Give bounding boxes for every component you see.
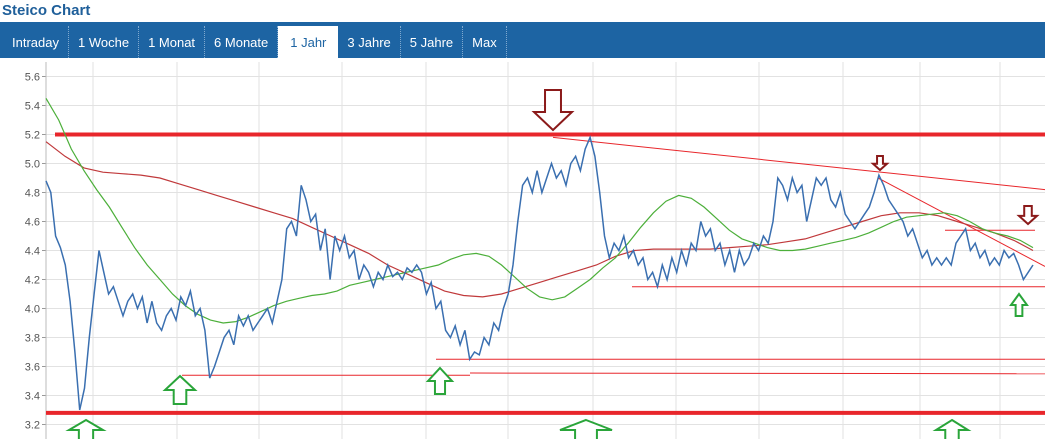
down-arrow-marker — [531, 89, 575, 132]
page-title: Steico Chart — [2, 2, 91, 19]
tab-1-monat[interactable]: 1 Monat — [139, 26, 206, 58]
up-arrow-marker — [162, 374, 198, 405]
down-arrow-marker — [870, 155, 890, 172]
y-tick-label: 3.4 — [25, 391, 40, 403]
tab-1-woche[interactable]: 1 Woche — [69, 26, 140, 58]
y-tick-label: 4.0 — [25, 304, 40, 316]
tab-5-jahre[interactable]: 5 Jahre — [401, 26, 464, 58]
support-line-thin — [469, 372, 1045, 375]
up-arrow-marker — [1009, 292, 1029, 317]
y-tick-label: 5.0 — [25, 159, 40, 171]
tab-1-jahr[interactable]: 1 Jahr — [278, 26, 339, 58]
y-tick-label: 4.8 — [25, 188, 40, 200]
series-line-ma-short — [45, 97, 1034, 324]
y-tick-label: 5.4 — [25, 101, 40, 113]
chart-area: 5.6 5.4 5.2 5.0 4.8 4.6 4.4 4.2 4.0 3.8 3.6 3.4 3.2 — [0, 58, 1045, 441]
timeframe-tabbar: Intraday 1 Woche 1 Monat 6 Monate 1 Jahr… — [0, 22, 1045, 58]
y-tick-label: 4.4 — [25, 246, 40, 258]
tab-6-monate[interactable]: 6 Monate — [205, 26, 279, 58]
tab-max[interactable]: Max — [463, 26, 507, 58]
up-arrow-marker — [425, 366, 455, 395]
price-chart: 5.6 5.4 5.2 5.0 4.8 4.6 4.4 4.2 4.0 3.8 3.6 3.4 3.2 — [25, 62, 1045, 441]
y-tick-label: 3.8 — [25, 333, 40, 345]
tab-3-jahre[interactable]: 3 Jahre — [338, 26, 401, 58]
y-tick-label: 3.2 — [25, 420, 40, 432]
tab-intraday[interactable]: Intraday — [3, 26, 69, 58]
up-arrow-marker — [559, 418, 613, 441]
up-arrow-marker — [932, 418, 972, 441]
series-line-price — [45, 135, 1034, 411]
y-tick-label: 4.2 — [25, 275, 40, 287]
up-arrow-marker — [65, 418, 107, 441]
y-tick-label: 3.6 — [25, 362, 40, 374]
y-tick-label: 5.6 — [25, 72, 40, 84]
y-tick-label: 5.2 — [25, 130, 40, 142]
y-tick-label: 4.6 — [25, 217, 40, 229]
